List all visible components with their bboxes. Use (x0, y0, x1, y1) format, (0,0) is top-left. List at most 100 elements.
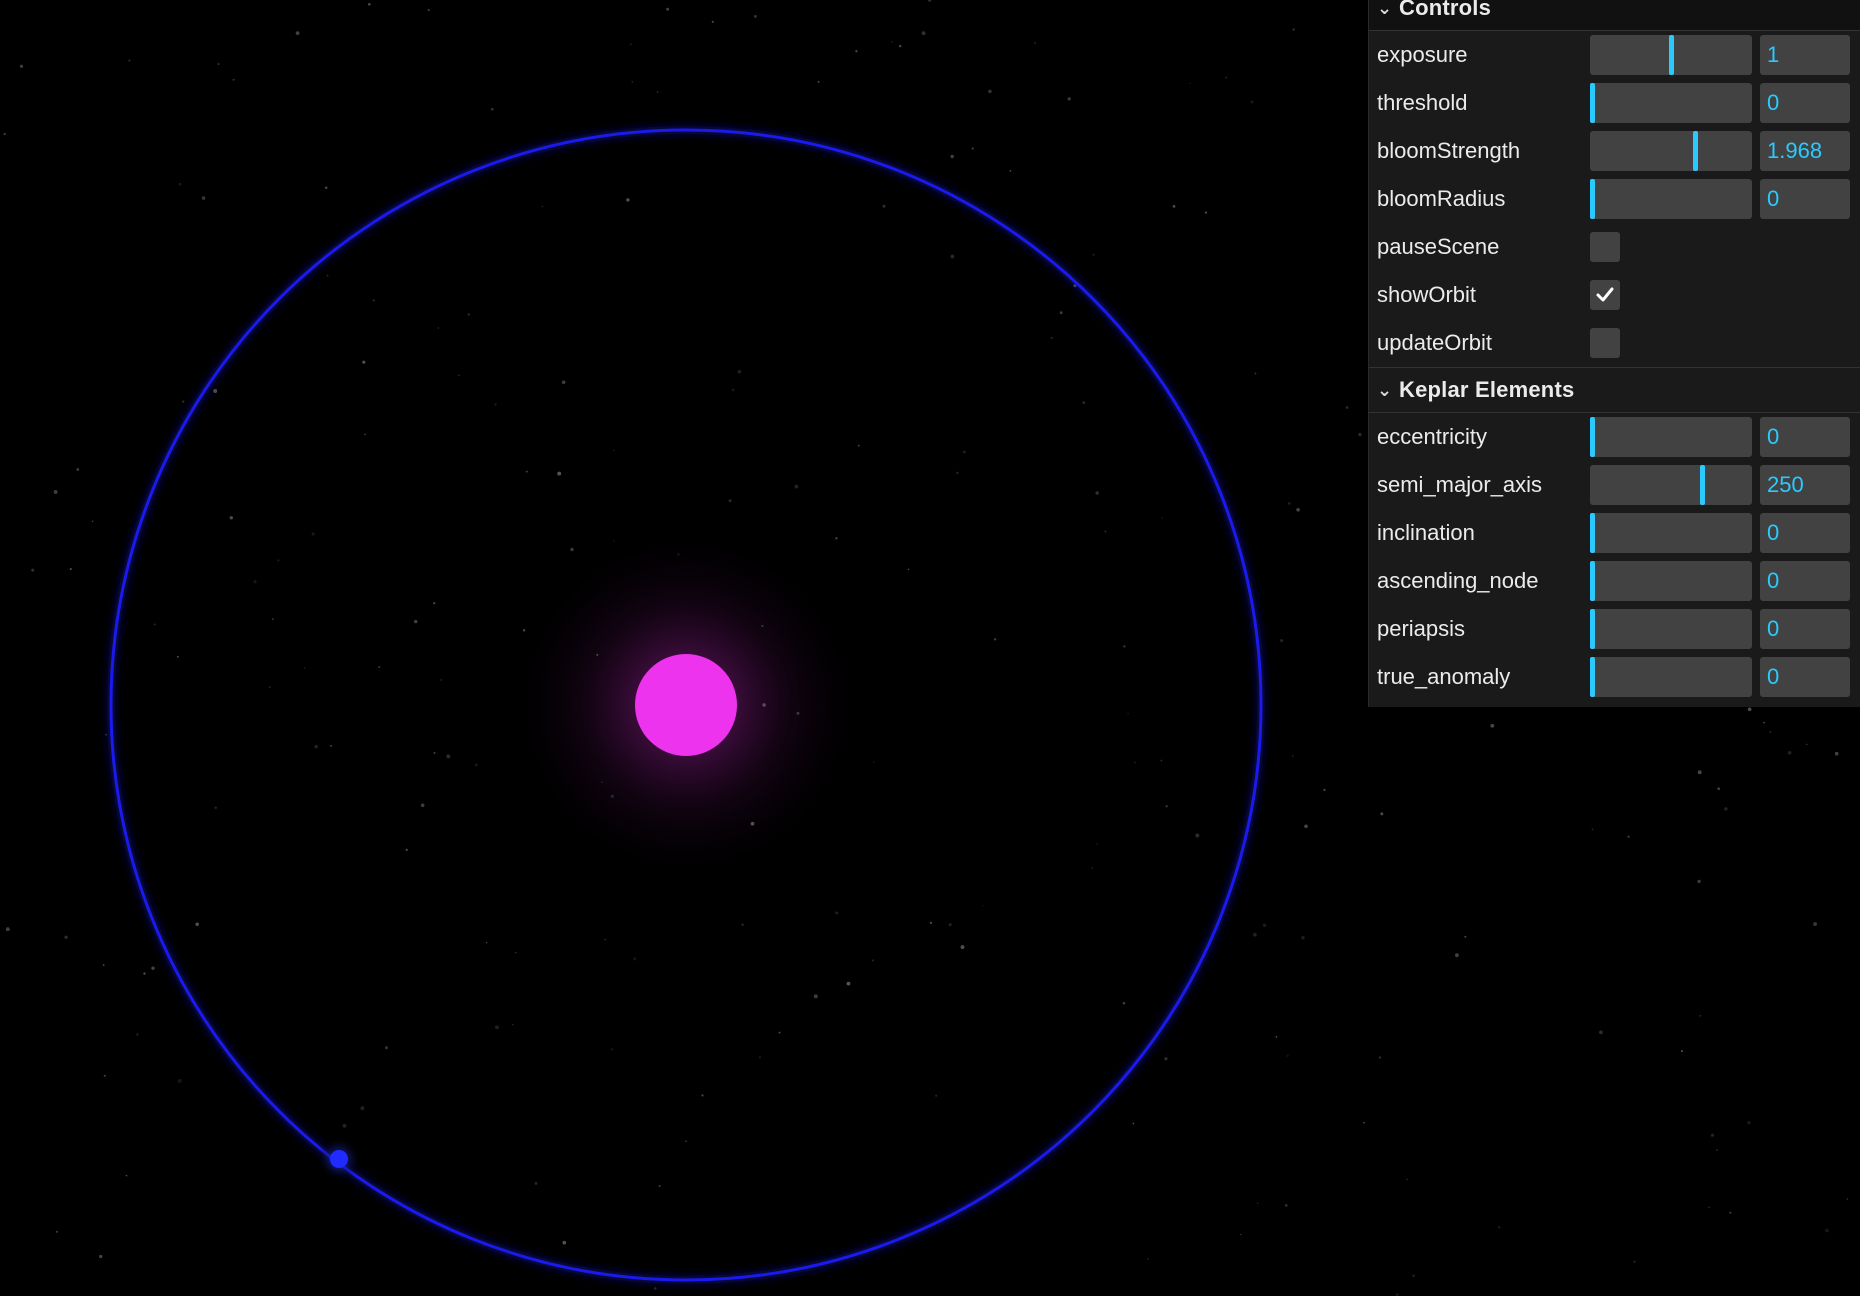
periapsis-slider[interactable] (1590, 609, 1752, 649)
semi-major-axis-input[interactable]: 250 (1760, 465, 1850, 505)
show-orbit-checkbox[interactable] (1590, 280, 1620, 310)
star (921, 31, 926, 36)
true-anomaly-slider[interactable] (1590, 657, 1752, 697)
bloom-radius-slider[interactable] (1590, 179, 1752, 219)
star (871, 959, 875, 962)
inclination-input[interactable]: 0 (1760, 513, 1850, 553)
star (385, 1046, 388, 1050)
star (105, 733, 108, 736)
eccentricity-slider[interactable] (1590, 417, 1752, 457)
star (611, 1048, 614, 1051)
star (613, 449, 615, 452)
threshold-input[interactable]: 0 (1760, 83, 1850, 123)
star (457, 374, 460, 377)
star (91, 520, 94, 523)
star (758, 1056, 761, 1059)
star (1363, 1121, 1365, 1124)
star (427, 8, 430, 12)
star (304, 667, 306, 669)
slider-handle[interactable] (1590, 179, 1595, 219)
star (1301, 935, 1305, 940)
eccentricity-input[interactable]: 0 (1760, 417, 1850, 457)
star (1747, 707, 1752, 712)
star (125, 1174, 128, 1177)
star (1134, 761, 1136, 764)
star (835, 537, 838, 540)
star (1304, 824, 1308, 829)
star (1323, 788, 1326, 791)
slider-handle[interactable] (1590, 561, 1595, 601)
star (1455, 953, 1459, 958)
control-row-ascending-node: ascending_node 0 (1369, 557, 1860, 605)
inclination-slider[interactable] (1590, 513, 1752, 553)
exposure-input[interactable]: 1 (1760, 35, 1850, 75)
control-row-exposure: exposure 1 (1369, 31, 1860, 79)
star (1165, 805, 1168, 808)
semi-major-axis-slider[interactable] (1590, 465, 1752, 505)
star (963, 450, 966, 454)
slider-handle[interactable] (1692, 131, 1698, 171)
slider-handle[interactable] (1590, 417, 1595, 457)
star (731, 388, 735, 392)
star (950, 154, 954, 159)
star (1160, 759, 1163, 762)
star (1464, 935, 1467, 938)
star (56, 1230, 58, 1233)
slider-handle[interactable] (1590, 83, 1595, 123)
star (525, 470, 528, 473)
update-orbit-checkbox[interactable] (1590, 328, 1620, 358)
control-row-show-orbit: showOrbit (1369, 271, 1860, 319)
star (372, 299, 375, 302)
control-label: periapsis (1377, 616, 1466, 641)
ascending-node-slider[interactable] (1590, 561, 1752, 601)
true-anomaly-input[interactable]: 0 (1760, 657, 1850, 697)
star (253, 580, 257, 584)
star (950, 254, 955, 259)
bloom-strength-input[interactable]: 1.968 (1760, 131, 1850, 171)
slider-handle[interactable] (1590, 657, 1595, 697)
star (440, 679, 443, 681)
threshold-slider[interactable] (1590, 83, 1752, 123)
slider-handle[interactable] (1590, 609, 1595, 649)
star (882, 204, 886, 208)
controls-folder-header[interactable]: ⌄ Controls (1369, 0, 1860, 31)
keplar-folder-header[interactable]: ⌄ Keplar Elements (1369, 368, 1860, 413)
slider-handle[interactable] (1590, 513, 1595, 553)
sun (635, 654, 737, 756)
star (1253, 932, 1257, 937)
star (128, 59, 131, 62)
star (494, 403, 497, 406)
star (1204, 211, 1208, 214)
bloom-radius-input[interactable]: 0 (1760, 179, 1850, 219)
star (778, 1031, 781, 1034)
star (277, 559, 280, 562)
periapsis-input[interactable]: 0 (1760, 609, 1850, 649)
star (685, 1140, 687, 1142)
star (1697, 879, 1701, 884)
pause-scene-checkbox[interactable] (1590, 232, 1620, 262)
star (136, 1033, 139, 1036)
star (653, 1287, 657, 1290)
ascending-node-input[interactable]: 0 (1760, 561, 1850, 601)
star (1846, 1198, 1848, 1200)
slider-handle[interactable] (1668, 35, 1674, 75)
star (76, 468, 80, 471)
star (658, 1184, 661, 1188)
star (495, 1025, 499, 1030)
control-row-inclination: inclination 0 (1369, 509, 1860, 557)
star (753, 14, 757, 18)
star (570, 547, 574, 552)
bloom-strength-slider[interactable] (1590, 131, 1752, 171)
star (1164, 1057, 1168, 1061)
chevron-down-icon: ⌄ (1377, 0, 1393, 18)
star (1627, 835, 1630, 838)
slider-handle[interactable] (1699, 465, 1705, 505)
star (229, 516, 233, 520)
control-row-bloom-radius: bloomRadius 0 (1369, 175, 1860, 223)
star (561, 380, 566, 384)
star (1715, 1149, 1719, 1152)
star (626, 198, 630, 202)
exposure-slider[interactable] (1590, 35, 1752, 75)
star (1717, 787, 1721, 791)
control-label: semi_major_axis (1377, 472, 1543, 497)
